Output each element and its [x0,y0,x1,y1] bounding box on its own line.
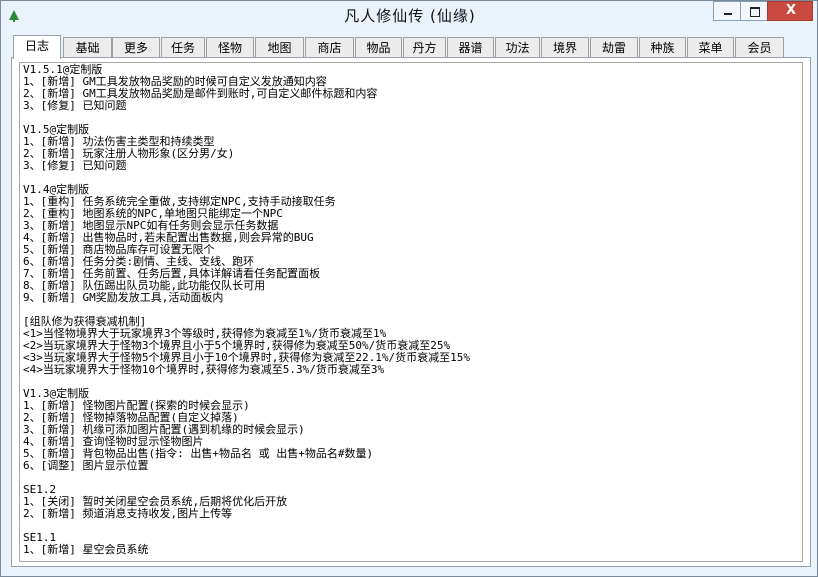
tab-items[interactable]: 物品 [355,37,402,58]
log-line: 2、[新增] 玩家注册人物形象(区分男/女) [23,147,235,160]
tab-shop[interactable]: 商店 [305,37,354,58]
tab-log[interactable]: 日志 [13,35,61,59]
log-line: 9、[新增] GM奖励发放工具,活动面板内 [23,291,224,304]
log-line: 6、[调整] 图片显示位置 [23,459,149,472]
log-line: 2、[新增] GM工具发放物品奖励是邮件到账时,可自定义邮件标题和内容 [23,87,378,100]
app-window: 凡人修仙传 (仙缘) X 日志 基础 更多 任务 怪物 地图 商店 物品 丹方 器谱 功法 境界 劫雷种… [0,0,818,577]
log-line: 3、[修复] 已知问题 [23,99,127,112]
log-line: 3、[修复] 已知问题 [23,159,127,172]
window-title: 凡人修仙传 (仙缘) [344,7,476,25]
tab-skills[interactable]: 功法 [495,37,540,58]
close-icon: X [785,3,797,18]
log-line: 1、[新增] 星空会员系统 [23,543,149,556]
title-bar[interactable]: 凡人修仙传 (仙缘) X [1,1,817,31]
changelog-textarea[interactable]: V1.5.1@定制版 1、[新增] GM工具发放物品奖励的时候可自定义发放通知内容… [19,62,803,562]
tab-menu[interactable]: 菜单 [687,37,734,58]
tab-recipes[interactable]: 丹方 [403,37,446,58]
close-button[interactable]: X [767,1,813,21]
maximize-button[interactable] [740,1,768,21]
tab-strip: 日志 基础 更多 任务 怪物 地图 商店 物品 丹方 器谱 功法 境界 劫雷 种族 菜单 会员 [11,35,811,59]
tab-vip[interactable]: 会员 [735,37,784,58]
tab-artifacts[interactable]: 器谱 [447,37,494,58]
tab-basic[interactable]: 基础 [63,37,112,58]
tab-races[interactable]: 种族 [639,37,686,58]
log-line: 2、[新增] 频道消息支持收发,图片上传等 [23,507,233,520]
tab-map[interactable]: 地图 [255,37,304,58]
log-line: <4>当玩家境界大于怪物10个境界时,获得修为衰减至5.3%/货币衰减至3% [23,363,385,376]
tab-realm[interactable]: 境界 [541,37,589,58]
tab-tribulation[interactable]: 劫雷 [590,37,638,58]
tab-tasks[interactable]: 任务 [161,37,205,58]
tab-monsters[interactable]: 怪物 [206,37,254,58]
maximize-icon [750,7,760,17]
minimize-button[interactable] [713,1,741,21]
tab-panel-log: V1.5.1@定制版 1、[新增] GM工具发放物品奖励的时候可自定义发放通知内容… [11,57,811,567]
minimize-icon [724,13,732,15]
tab-more[interactable]: 更多 [112,37,160,58]
